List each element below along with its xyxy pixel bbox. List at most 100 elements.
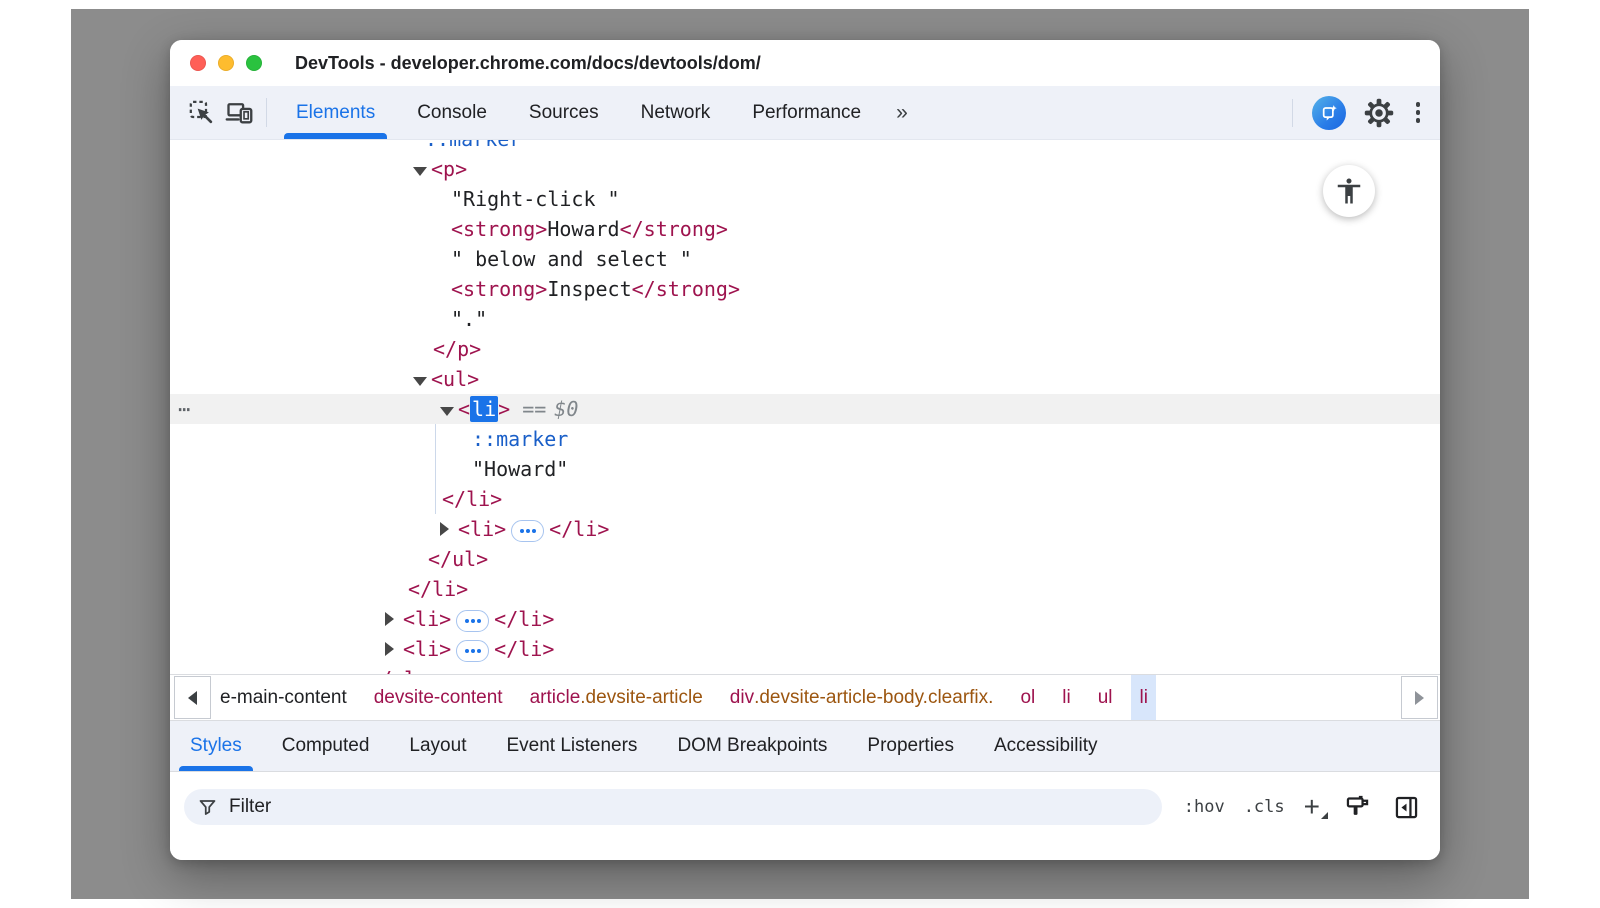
expand-arrow-open-icon[interactable] xyxy=(413,154,431,184)
inline-expand-button[interactable] xyxy=(456,610,489,632)
token-tag: </p> xyxy=(433,337,481,361)
token-pseudo: ::marker xyxy=(425,140,521,151)
tab-label: Console xyxy=(417,102,487,124)
dom-node[interactable]: "Howard" xyxy=(170,454,1440,484)
dom-node[interactable]: <p> xyxy=(170,154,1440,184)
styles-tab-styles[interactable]: Styles xyxy=(170,721,262,771)
dom-node[interactable]: <strong>Howard</strong> xyxy=(170,214,1440,244)
dom-node[interactable]: </p> xyxy=(170,334,1440,364)
chevron-left-icon xyxy=(188,691,197,705)
tab-elements[interactable]: Elements xyxy=(275,86,396,139)
dom-node[interactable]: </li> xyxy=(170,574,1440,604)
paint-roller-icon[interactable] xyxy=(1344,794,1371,821)
crumb-scroll-left-button[interactable] xyxy=(174,676,211,719)
filter-placeholder: Filter xyxy=(229,796,271,818)
minimize-button[interactable] xyxy=(218,55,234,71)
dom-node[interactable]: <li></li> xyxy=(170,514,1440,544)
token-text: "Right-click " xyxy=(451,187,620,211)
crumb-item-6[interactable]: ul xyxy=(1090,675,1121,720)
device-toolbar-icon[interactable] xyxy=(220,86,258,139)
settings-gear-icon[interactable] xyxy=(1363,98,1395,128)
dom-node[interactable]: <ul> xyxy=(170,364,1440,394)
new-style-rule-button[interactable]: + xyxy=(1304,797,1320,817)
toggle-sidebar-icon[interactable] xyxy=(1393,794,1420,821)
ai-assistant-icon[interactable] xyxy=(1312,96,1346,130)
overflow-dots: ⋯ xyxy=(178,394,191,424)
expand-arrow-collapsed-icon[interactable] xyxy=(385,604,403,634)
inspect-cursor-icon[interactable] xyxy=(182,86,220,139)
styles-tab-event-listeners[interactable]: Event Listeners xyxy=(486,721,657,771)
styles-panel-tabs: StylesComputed Layout Event Listeners DOM B… xyxy=(170,720,1440,771)
chevron-right-icon xyxy=(1415,691,1424,705)
token-tag: </ul> xyxy=(428,547,488,571)
style-filter-input[interactable]: Filter xyxy=(184,789,1162,825)
more-menu-kebab-icon[interactable] xyxy=(1412,98,1425,127)
styles-tab-accessibility[interactable]: Accessibility xyxy=(974,721,1117,771)
dom-node[interactable]: <li> </li> xyxy=(170,634,1440,664)
toggle-element-state-button[interactable]: :hov xyxy=(1184,797,1225,817)
expand-arrow-open-icon[interactable] xyxy=(440,394,458,424)
dom-node[interactable]: "Right-click " xyxy=(170,184,1440,214)
traffic-lights xyxy=(190,55,262,71)
dom-node-selected[interactable]: ⋯<li>==$0 xyxy=(170,394,1440,424)
active-tab-underline xyxy=(284,133,387,139)
tab-console[interactable]: Console xyxy=(396,86,508,139)
crumb-scroll-right-button[interactable] xyxy=(1401,676,1438,719)
crumb-item-1[interactable]: devsite-content xyxy=(366,675,511,720)
expand-arrow-collapsed-icon[interactable] xyxy=(440,514,458,544)
crumb-item-4[interactable]: ol xyxy=(1012,675,1043,720)
styles-tab-label: Layout xyxy=(409,735,466,757)
tab-label: Elements xyxy=(296,102,375,124)
tab-performance[interactable]: Performance xyxy=(731,86,882,139)
close-button[interactable] xyxy=(190,55,206,71)
styles-tab-dom-breakpoints[interactable]: DOM Breakpoints xyxy=(657,721,847,771)
funnel-icon xyxy=(197,797,218,818)
dom-node[interactable]: <strong>Inspect</strong> xyxy=(170,274,1440,304)
styles-tab-layout[interactable]: Layout xyxy=(389,721,486,771)
devtools-toolbar: Elements Console SourcesNetwork Performance… xyxy=(170,86,1440,140)
styles-tab-label: Event Listeners xyxy=(506,735,637,757)
styles-tab-label: Properties xyxy=(867,735,954,757)
inline-expand-button[interactable] xyxy=(456,640,489,662)
styles-tab-properties[interactable]: Properties xyxy=(847,721,974,771)
dom-node[interactable]: ::marker xyxy=(170,140,1440,154)
crumb-item-7[interactable]: li xyxy=(1131,675,1155,720)
token-tag: </li> xyxy=(494,637,554,661)
expand-arrow-collapsed-icon[interactable] xyxy=(385,634,403,664)
dom-node[interactable]: "." xyxy=(170,304,1440,334)
toolbar-divider xyxy=(266,98,267,127)
window-title: DevTools - developer.chrome.com/docs/dev… xyxy=(295,53,761,74)
token-text: " below and select " xyxy=(451,247,692,271)
inline-expand-button[interactable] xyxy=(511,520,544,542)
dom-node[interactable]: </ul> xyxy=(170,544,1440,574)
token-tag: <ul> xyxy=(431,367,479,391)
ellipsis-dots-icon xyxy=(526,529,530,533)
dom-tree: ::marker<p>"Right-click "<strong>Howard<… xyxy=(170,140,1440,674)
token-pseudo: ::marker xyxy=(472,427,568,451)
dom-node[interactable]: " below and select " xyxy=(170,244,1440,274)
token-tag: <p> xyxy=(431,157,467,181)
zoom-button[interactable] xyxy=(246,55,262,71)
more-panels-button[interactable]: » xyxy=(882,86,920,139)
devtools-window: DevTools - developer.chrome.com/docs/dev… xyxy=(170,40,1440,860)
styles-tab-computed[interactable]: Computed xyxy=(262,721,390,771)
crumb-item-5[interactable]: li xyxy=(1054,675,1078,720)
token-text: Howard xyxy=(547,217,619,241)
tab-label: Performance xyxy=(752,102,861,124)
token-tag: <li> xyxy=(403,637,451,661)
tab-network[interactable]: Network xyxy=(620,86,732,139)
panel-tabs: Elements Console SourcesNetwork Performance xyxy=(275,86,882,139)
dom-node[interactable]: ::marker xyxy=(170,424,1440,454)
crumb-item-2[interactable]: article.devsite-article xyxy=(522,675,711,720)
element-classes-button[interactable]: .cls xyxy=(1244,797,1285,817)
crumb-item-3[interactable]: div.devsite-article-body.clearfix. xyxy=(722,675,1002,720)
dom-node[interactable]: <li></li> xyxy=(170,604,1440,634)
token-sel: li xyxy=(470,396,498,422)
tab-sources[interactable]: Sources xyxy=(508,86,620,139)
dom-node[interactable]: </li> xyxy=(170,484,1440,514)
expand-arrow-open-icon[interactable] xyxy=(413,364,431,394)
dom-node[interactable]: </ol> xyxy=(170,664,1440,674)
crumb-item-0[interactable]: e-main-content xyxy=(212,675,355,720)
toolbar-right-divider xyxy=(1292,99,1293,127)
token-tag: </li> xyxy=(549,517,609,541)
